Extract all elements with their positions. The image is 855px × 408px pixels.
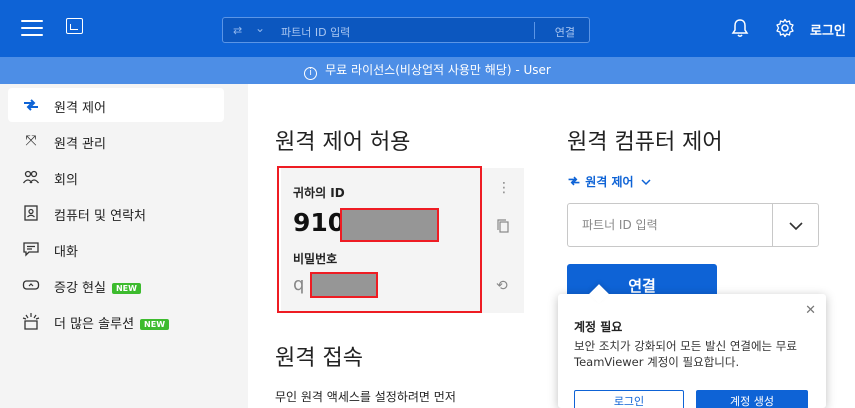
chevron-down-icon [789,222,803,231]
partner-history-dropdown[interactable] [772,204,818,246]
close-icon[interactable]: ✕ [805,303,816,318]
license-banner: i 무료 라이선스(비상업적 사용만 해당) - User [0,57,855,84]
sidebar-item-augmented-reality[interactable]: 증강 현실 NEW [8,268,224,302]
allow-remote-title: 원격 제어 허용 [275,130,411,155]
sidebar-item-remote-control[interactable]: 원격 제어 [8,88,224,122]
sidebar-item-more-solutions[interactable]: 더 많은 솔루션 NEW [8,304,224,338]
remote-arrows-icon: ⇄ [233,24,243,37]
people-icon [22,170,40,184]
control-remote-title: 원격 컴퓨터 제어 [567,130,723,155]
more-options-icon[interactable]: ⋮ [497,180,511,196]
popup-title: 계정 필요 [574,320,623,334]
sidebar-item-label: 더 많은 솔루션 NEW [54,313,170,332]
info-icon: i [304,67,318,80]
sidebar-item-remote-management[interactable]: ⤧ 원격 관리 [8,124,224,158]
create-account-button[interactable]: 계정 생성 [696,390,808,408]
highlight-box [277,166,482,313]
top-partner-placeholder[interactable]: 파트너 ID 입력 [281,24,350,40]
sidebar-item-label: 대화 [54,245,78,260]
login-button[interactable]: 로그인 [810,20,846,39]
chevron-down-icon[interactable]: ⌄ [255,21,265,35]
bell-icon[interactable] [731,18,749,38]
partner-id-field[interactable] [567,203,819,247]
connection-mode-dropdown[interactable]: 원격 제어 [567,173,651,190]
screen-share-icon[interactable] [66,18,83,34]
sidebar-item-label: 원격 관리 [54,137,106,152]
sidebar-item-chat[interactable]: 대화 [8,232,224,266]
popup-login-button[interactable]: 로그인 [574,390,684,408]
partner-id-input[interactable] [568,204,773,246]
remote-arrows-icon [24,99,38,111]
popup-body: 보안 조치가 강화되어 모든 발신 연결에는 무료 TeamViewer 계정이… [574,339,797,369]
sidebar-item-meeting[interactable]: 회의 [8,160,224,194]
top-bar: ⇄ ⌄ 파트너 ID 입력 연결 로그인 [0,0,855,57]
copy-icon[interactable] [497,219,509,233]
connection-mode-label: 원격 제어 [585,175,634,189]
sidebar-item-label: 회의 [54,173,78,188]
sidebar-item-label: 컴퓨터 및 연락처 [54,209,146,224]
new-badge: NEW [111,283,141,294]
account-required-popup: ✕ 계정 필요 보안 조치가 강화되어 모든 발신 연결에는 무료 TeamVi… [558,294,826,408]
expand-icon: ⤧ [25,133,37,149]
ar-glasses-icon [22,280,40,290]
search-divider [534,22,535,39]
sidebar-item-label: 원격 제어 [54,101,106,116]
hamburger-menu-icon[interactable] [21,20,43,36]
sidebar-item-computers-contacts[interactable]: 컴퓨터 및 연락처 [8,196,224,230]
chat-icon [23,242,39,257]
new-badge: NEW [140,319,170,330]
remote-arrows-icon [568,176,580,186]
top-connect-button[interactable]: 연결 [555,24,575,40]
sidebar-item-label: 증강 현실 NEW [54,277,141,296]
refresh-password-icon[interactable]: ⟲ [496,278,508,294]
chevron-down-icon [641,179,651,186]
license-text: 무료 라이선스(비상업적 사용만 해당) - User [325,63,551,77]
unattended-access-title: 원격 접속 [275,346,363,371]
sidebar: 원격 제어 ⤧ 원격 관리 회의 컴퓨터 및 연락처 대화 증강 현실 NEW … [0,84,248,408]
unattended-access-text: 무인 원격 액세스를 설정하려면 먼저 [275,390,456,404]
sparkle-box-icon [22,313,40,330]
top-partner-search[interactable]: ⇄ ⌄ 파트너 ID 입력 연결 [222,17,590,43]
gear-icon[interactable] [775,18,795,38]
contacts-icon [24,205,38,221]
